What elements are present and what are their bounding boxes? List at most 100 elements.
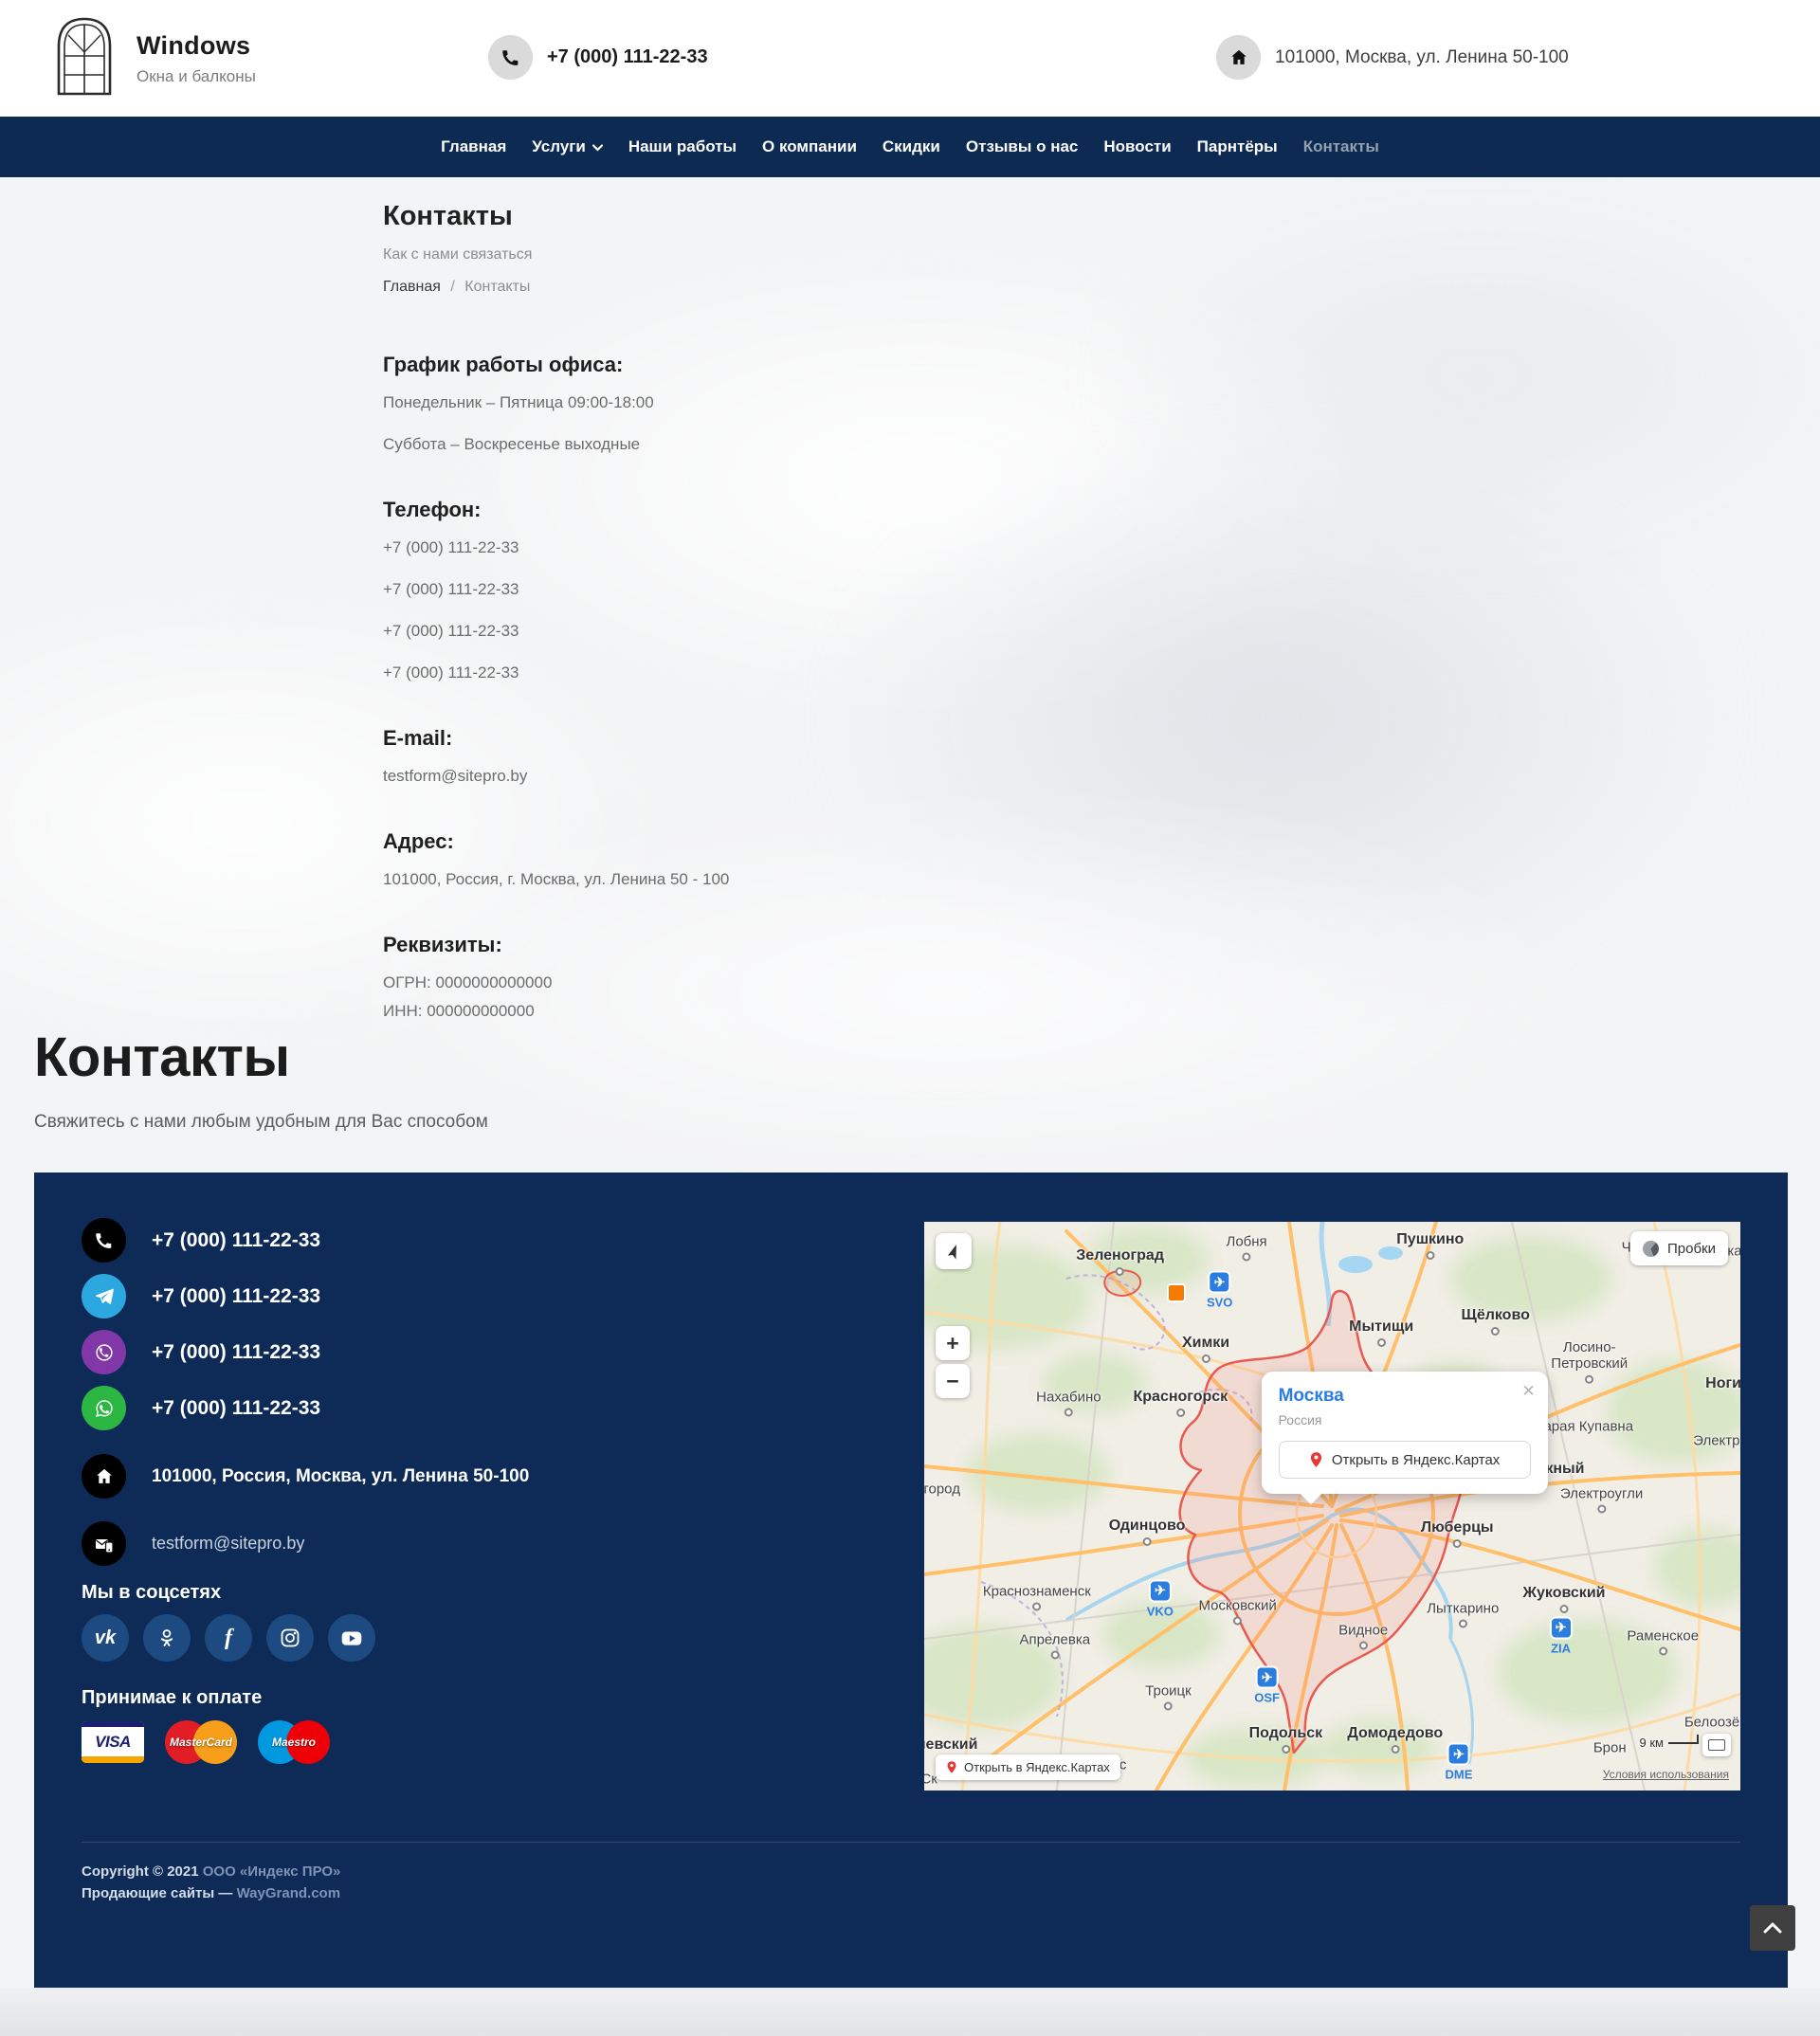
- map-city-label: Лобня: [1227, 1234, 1267, 1262]
- email-row[interactable]: testform@sitepro.by: [82, 1521, 304, 1566]
- waygrand-link[interactable]: WayGrand.com: [237, 1885, 340, 1901]
- instagram-icon[interactable]: [266, 1614, 314, 1662]
- contact-info: График работы офиса: Понедельник – Пятни…: [383, 353, 1160, 1030]
- email-icon: [82, 1521, 126, 1566]
- traffic-light-icon: [1643, 1241, 1659, 1257]
- map-city-label: Белоозёр: [1684, 1715, 1740, 1731]
- social-heading: Мы в соцсетях: [82, 1582, 221, 1604]
- company-link[interactable]: ООО «Индекс ПРО»: [203, 1863, 341, 1880]
- close-icon[interactable]: ✕: [1521, 1382, 1535, 1401]
- map-city-label: Лосино-Петровский: [1538, 1339, 1642, 1384]
- zoom-out-button[interactable]: −: [936, 1364, 970, 1398]
- ogrn-line: ОГРН: 0000000000000: [383, 973, 1160, 994]
- map-city-label: Раменское: [1627, 1627, 1699, 1655]
- map-city-label: Видное: [1338, 1622, 1388, 1649]
- nav-item-kontakty[interactable]: Контакты: [1303, 137, 1379, 156]
- footer-viber-number: +7 (000) 111-22-33: [152, 1341, 320, 1364]
- breadcrumb-home-link[interactable]: Главная: [383, 279, 441, 295]
- payment-methods: VISA MasterCard Maestro: [82, 1720, 330, 1764]
- brand[interactable]: Windows Окна и балконы: [55, 14, 256, 102]
- scroll-to-top-button[interactable]: [1750, 1905, 1795, 1951]
- whatsapp-row[interactable]: +7 (000) 111-22-33: [82, 1386, 320, 1430]
- contacts-section-head: Контакты Свяжитесь с нами любым удобным …: [34, 1026, 488, 1133]
- open-in-yandex-maps-button[interactable]: Открыть в Яндекс.Картах: [1279, 1441, 1531, 1479]
- map-popup: Москва Россия ✕ Открыть в Яндекс.Картах: [1262, 1372, 1548, 1494]
- nav-item-glavnaya[interactable]: Главная: [441, 137, 506, 156]
- map-city-label: Люберцы: [1421, 1519, 1494, 1548]
- geolocation-button[interactable]: [936, 1233, 972, 1269]
- traffic-button[interactable]: Пробки: [1630, 1231, 1728, 1265]
- schedule-line: Суббота – Воскресенье выходные: [383, 434, 1160, 456]
- map-city-label: Одинцово: [1109, 1518, 1186, 1546]
- breadcrumb: Главная / Контакты: [383, 279, 532, 296]
- contacts-section-title: Контакты: [34, 1026, 488, 1089]
- phone-line[interactable]: +7 (000) 111-22-33: [383, 537, 1160, 559]
- page-bottom-strip: [0, 1988, 1820, 2036]
- map-city-label: Электроугли: [1560, 1485, 1643, 1513]
- map-city-label: Брон: [1593, 1740, 1627, 1756]
- page: Windows Окна и балконы +7 (000) 111-22-3…: [0, 0, 1820, 2036]
- yandex-map[interactable]: ЗеленоградЛобняПушкиноЧекаМытищиЩёлковоЛ…: [924, 1222, 1740, 1791]
- telegram-icon: [82, 1274, 126, 1318]
- header-phone[interactable]: +7 (000) 111-22-33: [488, 35, 708, 80]
- maestro-logo: Maestro: [258, 1720, 330, 1764]
- map-pin-icon: [1309, 1451, 1323, 1468]
- odnoklassniki-icon[interactable]: [143, 1614, 191, 1662]
- ruler-button[interactable]: [1702, 1734, 1731, 1756]
- window-logo-icon: [55, 14, 114, 102]
- viber-row[interactable]: +7 (000) 111-22-33: [82, 1330, 320, 1374]
- footer-email-text: testform@sitepro.by: [152, 1534, 304, 1554]
- email-line[interactable]: testform@sitepro.by: [383, 766, 1160, 788]
- terms-of-use-link[interactable]: Условия использования: [1603, 1768, 1729, 1781]
- brand-subtitle: Окна и балконы: [136, 67, 256, 86]
- nav-item-uslugi[interactable]: Услуги: [532, 137, 603, 156]
- map-city-label: нигород: [924, 1482, 960, 1498]
- breadcrumb-separator: /: [450, 279, 454, 295]
- footer-phone-number: +7 (000) 111-22-33: [152, 1229, 320, 1252]
- nav-item-novosti[interactable]: Новости: [1103, 137, 1171, 156]
- map-city-label: Красногорск: [1134, 1389, 1228, 1417]
- airport-label: ✈ZIA: [1550, 1616, 1573, 1655]
- map-city-label: Щёлково: [1462, 1307, 1530, 1336]
- nav-item-partnery[interactable]: Парнтёры: [1197, 137, 1278, 156]
- map-city-label: Подольск: [1249, 1725, 1323, 1754]
- map-city-label: Троицк: [1145, 1683, 1192, 1711]
- phone-line[interactable]: +7 (000) 111-22-33: [383, 621, 1160, 643]
- home-icon: [82, 1454, 126, 1499]
- map-city-label: Апрелевка: [1019, 1632, 1090, 1660]
- open-in-yandex-maps-link[interactable]: Открыть в Яндекс.Картах: [936, 1754, 1120, 1780]
- nav-item-otzyvy[interactable]: Отзывы о нас: [966, 137, 1079, 156]
- footer-whatsapp-number: +7 (000) 111-22-33: [152, 1397, 320, 1420]
- home-icon: [1216, 35, 1261, 80]
- airport-label: ✈SVO: [1207, 1271, 1232, 1310]
- facebook-icon[interactable]: f: [205, 1614, 252, 1662]
- airport-label: ✈DME: [1446, 1743, 1473, 1782]
- map-city-label: иевский: [924, 1736, 977, 1754]
- youtube-icon[interactable]: [328, 1614, 375, 1662]
- brand-title: Windows: [136, 31, 256, 61]
- email-heading: E-mail:: [383, 726, 1160, 751]
- map-city-label: Лыткарино: [1427, 1601, 1499, 1628]
- nav-item-nashi-raboty[interactable]: Наши работы: [628, 137, 737, 156]
- nav-item-skidki[interactable]: Скидки: [883, 137, 940, 156]
- map-popup-subtitle: Россия: [1279, 1412, 1531, 1427]
- page-head: Контакты Как с нами связаться Главная / …: [383, 201, 532, 296]
- page-title: Контакты: [383, 201, 532, 232]
- vk-icon[interactable]: vk: [82, 1614, 129, 1662]
- chevron-down-icon: [592, 144, 603, 152]
- phone-icon: [82, 1218, 126, 1263]
- nav-item-o-kompanii[interactable]: О компании: [762, 137, 857, 156]
- phone-row[interactable]: +7 (000) 111-22-33: [82, 1218, 320, 1263]
- phone-line[interactable]: +7 (000) 111-22-33: [383, 663, 1160, 684]
- schedule-line: Понедельник – Пятница 09:00-18:00: [383, 392, 1160, 414]
- map-city-label: Мытищи: [1349, 1318, 1413, 1347]
- payments-heading: Принимае к оплате: [82, 1687, 262, 1709]
- map-city-label: тарая Купавна: [1538, 1419, 1633, 1435]
- map-city-label: Краснознаменск: [983, 1584, 1091, 1611]
- phone-line[interactable]: +7 (000) 111-22-33: [383, 579, 1160, 601]
- telegram-row[interactable]: +7 (000) 111-22-33: [82, 1274, 320, 1318]
- address-block: Адрес: 101000, Россия, г. Москва, ул. Ле…: [383, 829, 1160, 891]
- phones-block: Телефон: +7 (000) 111-22-33 +7 (000) 111…: [383, 498, 1160, 684]
- map-popup-title[interactable]: Москва: [1279, 1386, 1531, 1407]
- zoom-in-button[interactable]: +: [936, 1326, 970, 1360]
